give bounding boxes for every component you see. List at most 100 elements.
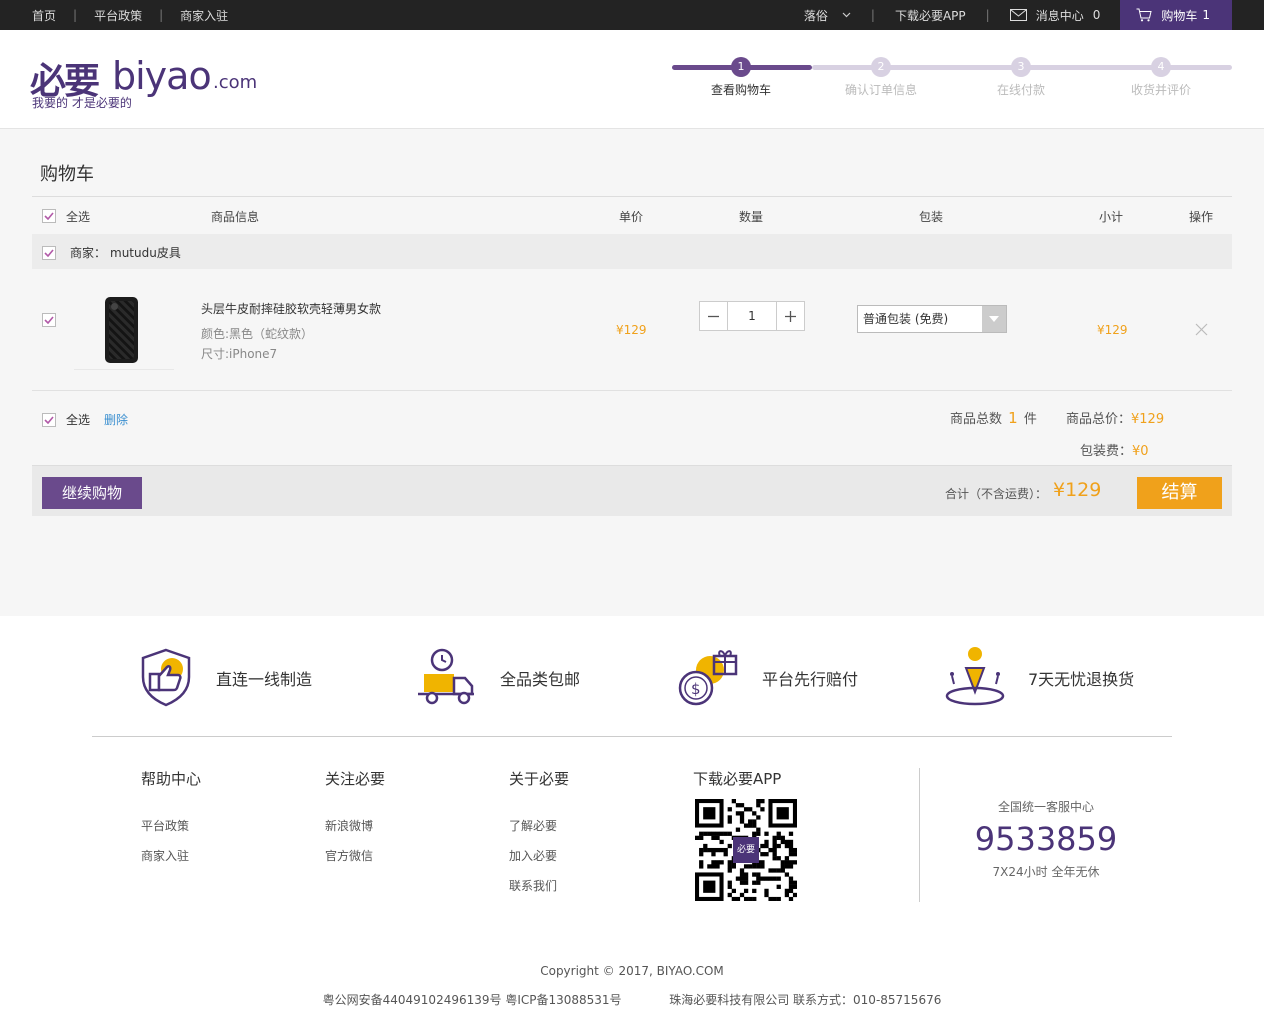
- legal-info: 粤公网安备44049102496139号 粤ICP备13088531号 珠海必要…: [0, 991, 1264, 1008]
- location-pin-icon: [944, 646, 1006, 711]
- top-link-home[interactable]: 首页: [32, 7, 56, 24]
- increase-button[interactable]: [777, 302, 804, 330]
- footer-follow-title: 关注必要: [325, 770, 386, 788]
- shop-checkbox[interactable]: [42, 246, 56, 260]
- step-1-dot: 1: [731, 57, 751, 77]
- footer-app-title: 下载必要APP: [693, 770, 782, 788]
- cart-table-header: 全选 商品信息 单价 数量 包装 小计 操作: [32, 196, 1232, 234]
- message-count: 0: [1092, 8, 1101, 22]
- footer-link-contact[interactable]: 联系我们: [509, 877, 569, 894]
- promise-direct-factory: 直连一线制造: [138, 646, 312, 710]
- packaging-value: 普通包装 (免费): [863, 312, 949, 326]
- site-header: 必要 biyao .com 我要的 才是必要的 1 2 3 4 查看购物车 确认…: [0, 30, 1264, 129]
- dropdown-arrow-icon: [982, 306, 1006, 332]
- service-promises: 直连一线制造 全品类包邮 $ 平台先行赔付 7天无忧退换货: [92, 616, 1172, 737]
- shop-label: 商家：: [70, 246, 107, 260]
- service-hours: 7X24小时 全年无休: [992, 865, 1100, 879]
- checkout-button[interactable]: 结算: [1137, 477, 1222, 509]
- mail-icon: [1009, 9, 1027, 21]
- quantity-input[interactable]: 1: [727, 302, 777, 330]
- step-2-label: 确认订单信息: [844, 83, 917, 97]
- footer-link-join[interactable]: 加入必要: [509, 847, 569, 864]
- top-bar: 首页 | 平台政策 | 商家入驻 落俗 | 下载必要APP | 消息中心 0 购…: [0, 0, 1264, 30]
- app-qr-code: 必要: [695, 799, 798, 902]
- col-subtotal: 小计: [1099, 210, 1124, 224]
- checkout-steps: 1 2 3 4 查看购物车 确认订单信息 在线付款 收货并评价: [672, 54, 1232, 114]
- top-link-merchant[interactable]: 商家入驻: [180, 7, 228, 24]
- product-size: 尺寸:iPhone7: [201, 347, 278, 361]
- item-count: 商品总数 1 件: [950, 408, 1037, 427]
- count-value: 1: [1008, 409, 1018, 427]
- bottom-select-all-checkbox[interactable]: [42, 413, 56, 427]
- footer-link-about[interactable]: 了解必要: [509, 817, 569, 834]
- footer-follow-column: 关注必要 新浪微博 官方微信: [325, 768, 385, 877]
- count-prefix: 商品总数: [950, 412, 1003, 427]
- promise-text-4: 7天无忧退换货: [1028, 670, 1135, 689]
- decrease-button[interactable]: [700, 302, 727, 330]
- footer-help-title: 帮助中心: [141, 770, 202, 788]
- item-checkbox[interactable]: [42, 313, 56, 327]
- promise-text-3: 平台先行赔付: [762, 670, 859, 689]
- col-info: 商品信息: [211, 210, 260, 224]
- promise-returns: 7天无忧退换货: [944, 646, 1134, 710]
- goods-total-label: 商品总价：: [1066, 412, 1132, 427]
- product-name[interactable]: 头层牛皮耐摔硅胶软壳轻薄男女款: [201, 300, 381, 317]
- col-select-all[interactable]: 全选: [66, 208, 90, 225]
- divider: |: [159, 8, 164, 22]
- footer-link-policy[interactable]: 平台政策: [141, 817, 201, 834]
- shop-name[interactable]: mutudu皮具: [110, 244, 181, 261]
- page-title: 购物车: [40, 164, 94, 185]
- goods-total: 商品总价：¥129: [1066, 408, 1164, 427]
- delete-item-icon[interactable]: [1195, 323, 1208, 339]
- col-price: 单价: [619, 210, 644, 224]
- promise-free-shipping: 全品类包邮: [416, 646, 580, 710]
- grand-total-label: 合计（不含运费）：: [945, 487, 1048, 501]
- quantity-stepper: 1: [699, 301, 805, 331]
- divider: |: [870, 8, 875, 22]
- step-3-dot: 3: [1011, 57, 1031, 77]
- service-title: 全国统一客服中心: [997, 800, 1094, 814]
- company-info: 珠海必要科技有限公司 联系方式：010-85715676: [669, 993, 942, 1007]
- phone-case-image: [105, 297, 138, 363]
- download-app-link[interactable]: 下载必要APP: [895, 0, 966, 30]
- continue-shopping-button[interactable]: 继续购物: [42, 477, 142, 509]
- footer-about-title: 关于必要: [509, 770, 570, 788]
- site-logo[interactable]: 必要 biyao .com 我要的 才是必要的: [30, 52, 270, 112]
- service-phone: 9533859: [974, 820, 1118, 858]
- total-bar: 继续购物 合计（不含运费）： ¥129 结算: [32, 465, 1232, 516]
- step-3-label: 在线付款: [996, 83, 1045, 97]
- packaging-fee-label: 包装费：: [1080, 444, 1133, 459]
- customer-service: 全国统一客服中心 9533859 7X24小时 全年无休: [946, 798, 1146, 880]
- divider: |: [73, 8, 78, 22]
- col-qty: 数量: [739, 210, 764, 224]
- cart-icon: [1136, 8, 1152, 22]
- select-all-checkbox[interactable]: [42, 209, 56, 223]
- packaging-fee-value: ¥0: [1132, 444, 1149, 459]
- site-footer: 直连一线制造 全品类包邮 $ 平台先行赔付 7天无忧退换货 帮助中心 平台政策 …: [0, 616, 1264, 1021]
- chevron-down-icon: [842, 12, 851, 18]
- footer-link-merchant[interactable]: 商家入驻: [141, 847, 201, 864]
- packaging-select[interactable]: 普通包装 (免费): [857, 305, 1007, 333]
- count-suffix: 件: [1023, 412, 1037, 427]
- footer-divider: [919, 768, 920, 902]
- col-ops: 操作: [1189, 210, 1214, 224]
- packaging-fee: 包装费：¥0: [1080, 440, 1149, 459]
- col-pack: 包装: [919, 210, 944, 224]
- bottom-select-all[interactable]: 全选: [66, 411, 90, 428]
- step-1-label: 查看购物车: [710, 83, 771, 97]
- city-selector[interactable]: 落俗: [804, 0, 851, 30]
- step-4-dot: 4: [1151, 57, 1171, 77]
- footer-link-wechat[interactable]: 官方微信: [325, 847, 385, 864]
- top-cart-button[interactable]: 购物车 1: [1120, 0, 1232, 30]
- promise-text-1: 直连一线制造: [216, 670, 313, 689]
- delete-selected-link[interactable]: 删除: [104, 411, 128, 428]
- footer-link-weibo[interactable]: 新浪微博: [325, 817, 385, 834]
- divider: |: [985, 8, 990, 22]
- cart-count: 1: [1202, 8, 1210, 22]
- delivery-truck-icon: [416, 646, 478, 711]
- promise-text-2: 全品类包邮: [500, 670, 581, 689]
- cart-item-row: 头层牛皮耐摔硅胶软壳轻薄男女款 颜色:黑色（蛇纹款） 尺寸:iPhone7 ¥1…: [32, 269, 1232, 391]
- message-center-link[interactable]: 消息中心 0: [1009, 0, 1101, 30]
- thumbs-up-shield-icon: [138, 647, 194, 710]
- top-link-policy[interactable]: 平台政策: [94, 7, 142, 24]
